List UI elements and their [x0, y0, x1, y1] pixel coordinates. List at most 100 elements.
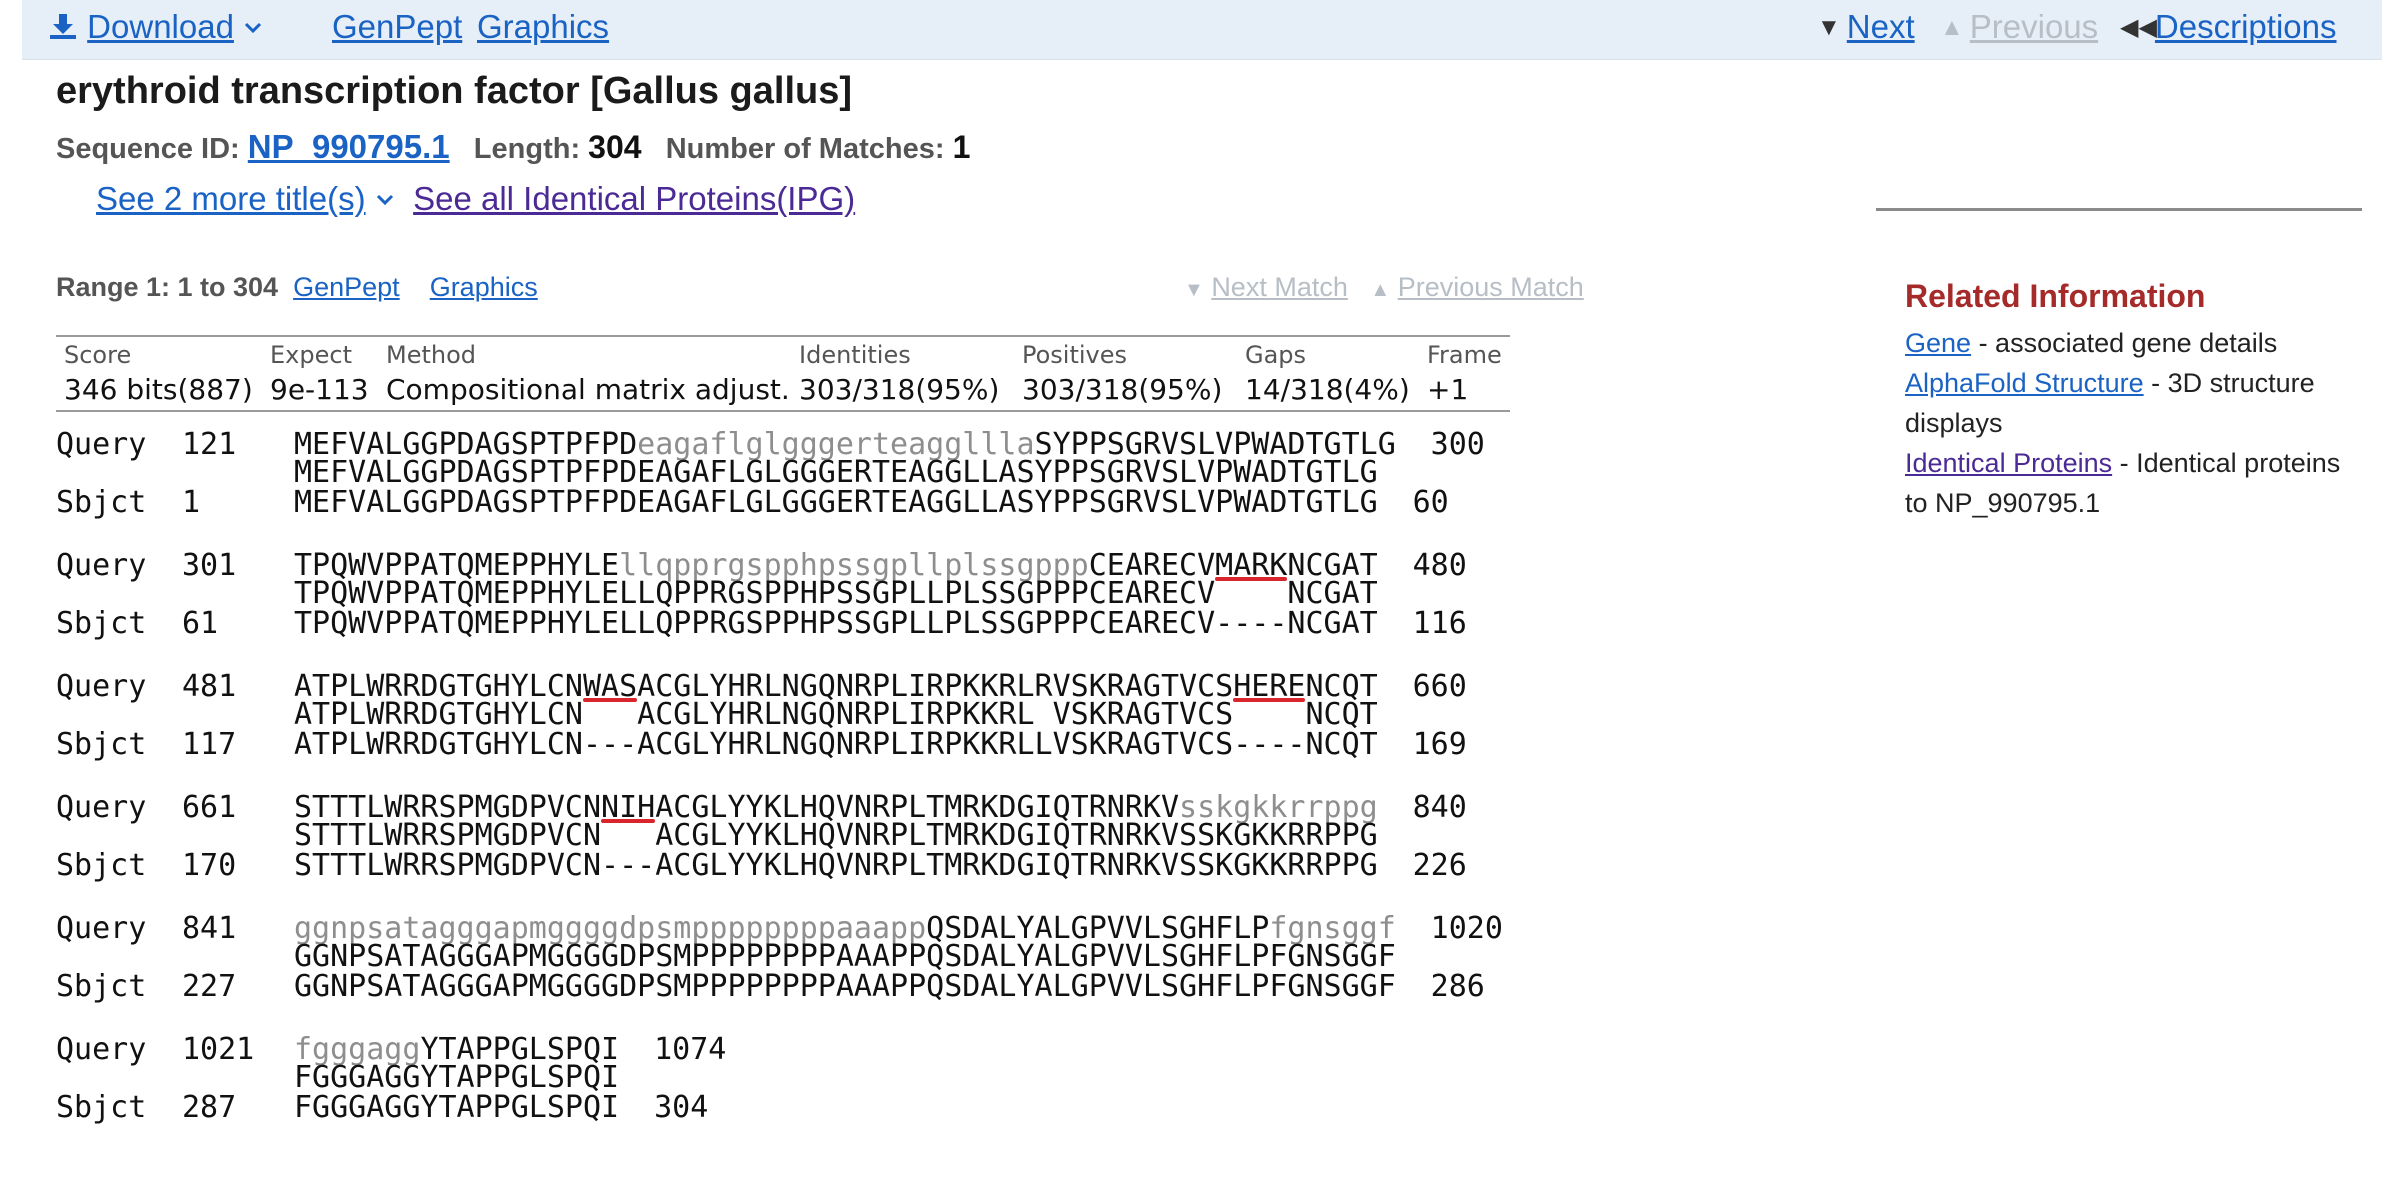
- stats-header-positives: Positives: [1022, 341, 1128, 369]
- subject-label: Sbjct: [56, 606, 147, 641]
- query-label: Query: [56, 427, 147, 462]
- gene-link[interactable]: Gene: [1905, 328, 1971, 358]
- subject-sequence: TPQWVPPATQMEPPHYLELLQPPRGSPPHPSSGPLLPLSS…: [294, 606, 1378, 641]
- subject-end: 286: [1430, 969, 1485, 1004]
- subject-end: 60: [1412, 485, 1449, 520]
- double-left-icon: ◀◀: [2120, 14, 2157, 41]
- query-end: 480: [1412, 548, 1467, 583]
- next-button[interactable]: ▼ Next: [1817, 8, 1915, 46]
- query-start: 661: [182, 790, 237, 825]
- stats-gaps: 14/318(4%): [1245, 373, 1410, 406]
- descriptions-link[interactable]: Descriptions: [2155, 8, 2337, 45]
- descriptions-button[interactable]: ◀◀Descriptions: [2120, 8, 2337, 46]
- stats-header-frame: Frame: [1427, 341, 1502, 369]
- subject-end: 226: [1412, 848, 1467, 883]
- stats-header-method: Method: [386, 341, 477, 369]
- range-graphics-link[interactable]: Graphics: [430, 272, 538, 302]
- subject-start: 1: [182, 485, 201, 520]
- annotation-underline: [601, 819, 656, 823]
- alphafold-link[interactable]: AlphaFold Structure: [1905, 368, 2144, 398]
- query-end: 300: [1430, 427, 1485, 462]
- subject-sequence: GGNPSATAGGGAPMGGGGDPSMPPPPPPPPAAAPPQSDAL…: [294, 969, 1396, 1004]
- subject-start: 117: [182, 727, 237, 762]
- matches-label: Number of Matches:: [665, 133, 945, 165]
- related-item-gene: Gene - associated gene details: [1905, 323, 2365, 363]
- chevron-down-icon[interactable]: [375, 180, 404, 217]
- identical-proteins-link[interactable]: See all Identical Proteins(IPG): [413, 180, 855, 217]
- page-title: erythroid transcription factor [Gallus g…: [56, 70, 853, 112]
- stats-identities: 303/318(95%): [799, 373, 1000, 406]
- sequence-id-link[interactable]: NP_990795.1: [248, 128, 450, 165]
- match-navigation: ▼ Next Match ▲ Previous Match: [1184, 272, 1584, 303]
- query-start: 481: [182, 669, 237, 704]
- query-label: Query: [56, 911, 147, 946]
- query-label: Query: [56, 1032, 147, 1067]
- subject-label: Sbjct: [56, 969, 147, 1004]
- previous-link: Previous: [1969, 8, 2099, 45]
- related-item-identical-proteins: Identical Proteins - Identical proteins …: [1905, 443, 2365, 523]
- top-toolbar: Download GenPept Graphics ▼ Next ▲ Previou…: [22, 0, 2382, 60]
- sequence-id-label: Sequence ID:: [56, 133, 240, 165]
- subject-start: 170: [182, 848, 237, 883]
- query-end: 840: [1412, 790, 1467, 825]
- subject-end: 304: [654, 1090, 709, 1125]
- triangle-down-icon: ▼: [1184, 279, 1204, 301]
- query-end: 660: [1412, 669, 1467, 704]
- query-start: 1021: [182, 1032, 255, 1067]
- more-titles-link[interactable]: See 2 more title(s): [96, 180, 366, 217]
- related-heading: Related Information: [1905, 278, 2206, 314]
- query-end: 1020: [1430, 911, 1503, 946]
- related-information: Related Information Gene - associated ge…: [1905, 278, 2365, 523]
- download-menu[interactable]: Download: [48, 8, 263, 46]
- genpept-link[interactable]: GenPept: [332, 8, 462, 46]
- subject-end: 169: [1412, 727, 1467, 762]
- next-link[interactable]: Next: [1847, 8, 1915, 45]
- subject-sequence: ATPLWRRDGTGHYLCN---ACGLYHRLNGQNRPLIRPKKR…: [294, 727, 1378, 762]
- stats-score: 346 bits(887): [64, 373, 253, 406]
- stats-header-score: Score: [64, 341, 132, 369]
- query-start: 121: [182, 427, 237, 462]
- previous-match-link: Previous Match: [1397, 272, 1584, 302]
- stats-method: Compositional matrix adjust.: [386, 373, 790, 406]
- subject-sequence: FGGGAGGYTAPPGLSPQI: [294, 1090, 620, 1125]
- previous-button: ▲ Previous: [1940, 8, 2098, 46]
- stats-frame: +1: [1427, 373, 1469, 406]
- query-label: Query: [56, 548, 147, 583]
- download-link[interactable]: Download: [87, 8, 234, 45]
- graphics-link[interactable]: Graphics: [477, 8, 609, 46]
- subject-start: 227: [182, 969, 237, 1004]
- range-row: Range 1: 1 to 304 GenPept Graphics: [56, 272, 538, 303]
- length-value: 304: [588, 129, 642, 165]
- stats-header-gaps: Gaps: [1245, 341, 1307, 369]
- gene-desc: - associated gene details: [1971, 328, 2278, 358]
- match-sequence: FGGGAGGYTAPPGLSPQI: [294, 1060, 620, 1095]
- stats-header-expect: Expect: [270, 341, 352, 369]
- annotation-underline: [582, 698, 638, 702]
- match-sequence: ATPLWRRDGTGHYLCN ACGLYHRLNGQNRPLIRPKKRL …: [294, 697, 1378, 732]
- subject-label: Sbjct: [56, 727, 147, 762]
- next-match-link: Next Match: [1211, 272, 1348, 302]
- matches-value: 1: [952, 129, 971, 165]
- subject-sequence: STTTLWRRSPMGDPVCN---ACGLYYKLHQVNRPLTMRKD…: [294, 848, 1378, 883]
- query-label: Query: [56, 669, 147, 704]
- related-item-alphafold: AlphaFold Structure - 3D structure displ…: [1905, 363, 2365, 443]
- range-genpept-link[interactable]: GenPept: [293, 272, 400, 302]
- range-label: Range 1: 1 to 304: [56, 272, 279, 302]
- subject-sequence: MEFVALGGPDAGSPTPFPDEAGAFLGLGGGERTEAGGLLA…: [294, 485, 1378, 520]
- match-sequence: MEFVALGGPDAGSPTPFPDEAGAFLGLGGGERTEAGGLLA…: [294, 455, 1378, 490]
- match-sequence: STTTLWRRSPMGDPVCN ACGLYYKLHQVNRPLTMRKDGI…: [294, 818, 1378, 853]
- annotation-underline: [1215, 577, 1288, 581]
- annotation-underline: [1233, 698, 1306, 702]
- stats-header-identities: Identities: [799, 341, 911, 369]
- stats-expect: 9e-113: [270, 373, 369, 406]
- more-titles-row: See 2 more title(s) See all Identical Pr…: [96, 180, 855, 218]
- query-end: 1074: [654, 1032, 727, 1067]
- stats-positives: 303/318(95%): [1022, 373, 1223, 406]
- query-start: 301: [182, 548, 237, 583]
- subject-label: Sbjct: [56, 1090, 147, 1125]
- query-label: Query: [56, 790, 147, 825]
- triangle-up-icon: ▲: [1940, 14, 1964, 41]
- identical-proteins-related-link[interactable]: Identical Proteins: [1905, 448, 2112, 478]
- subject-start: 287: [182, 1090, 237, 1125]
- alignment-stats-table: Score Expect Method Identities Positives…: [56, 335, 1510, 412]
